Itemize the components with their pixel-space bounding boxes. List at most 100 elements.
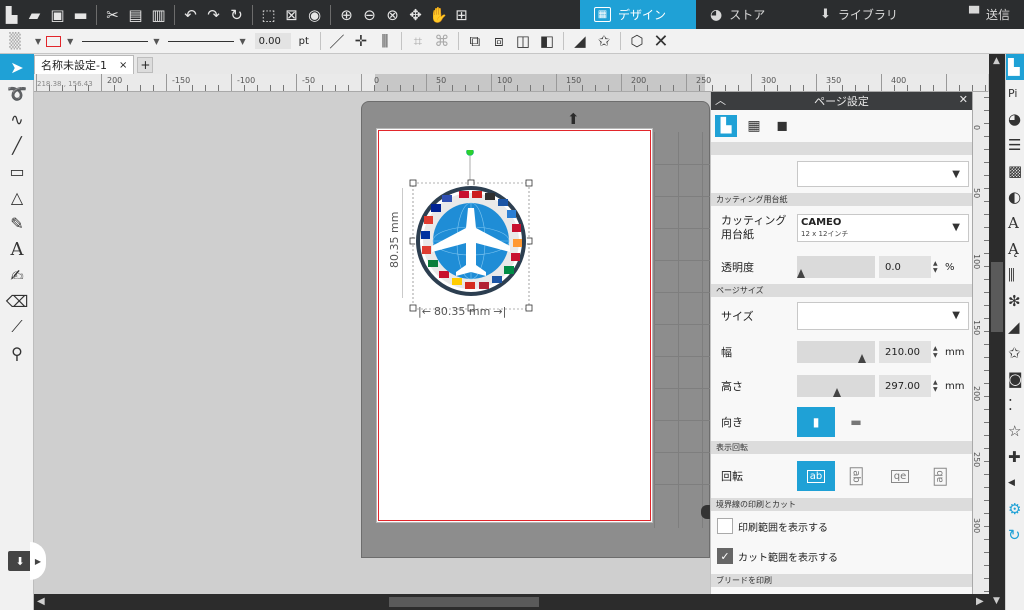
fill-color-icon[interactable]: ◕ — [1006, 106, 1024, 132]
rotation-270-button[interactable]: ab — [921, 461, 959, 491]
bring-forward-icon[interactable]: ◫ — [511, 29, 535, 54]
copy-icon[interactable]: ▤ — [124, 0, 147, 29]
save-icon[interactable]: ▣ — [46, 0, 69, 29]
modify-dock-icon[interactable]: ◢ — [1006, 314, 1024, 340]
rotation-90-button[interactable]: ab — [837, 461, 875, 491]
align-dock-icon[interactable]: ⫼ — [1006, 262, 1024, 288]
pan-hand-icon[interactable]: ✋ — [427, 0, 450, 29]
rotate-refresh-icon[interactable]: ↻ — [225, 0, 248, 29]
line-color-swatch[interactable] — [46, 29, 62, 54]
machine-dropdown[interactable]: ▼ — [797, 161, 969, 187]
tab-library[interactable]: ⬇ ライブラリ — [806, 0, 916, 29]
transform-icon[interactable]: ◐ — [1006, 184, 1024, 210]
sketch-dock-icon[interactable]: ⁚ — [1006, 392, 1024, 418]
trace-icon[interactable]: ◙ — [1006, 366, 1024, 392]
collapse-dock-icon[interactable]: ◀ — [1006, 470, 1024, 496]
transparency-slider[interactable] — [797, 256, 875, 278]
show-print-area-row[interactable]: 印刷範囲を表示する — [711, 511, 972, 541]
line-tool-icon[interactable]: ／ — [325, 29, 349, 54]
send-backward-icon[interactable]: ◧ — [535, 29, 559, 54]
text-tool-icon[interactable]: A — [0, 236, 34, 262]
page-setup-dock-icon[interactable]: ▙ — [1006, 54, 1024, 80]
rotation-0-button[interactable]: ab — [797, 461, 835, 491]
page-size-dropdown[interactable]: ▼ — [797, 302, 969, 330]
page-tab-icon[interactable]: ▙ — [715, 115, 737, 137]
height-slider[interactable] — [797, 375, 875, 397]
vertical-scrollbar[interactable]: ▲ ▼ — [989, 54, 1005, 610]
chevron-down-icon[interactable]: ▼ — [35, 37, 41, 46]
select-all-icon[interactable]: ⬚ — [257, 0, 280, 29]
group-icon[interactable]: ⌗ — [406, 29, 430, 54]
undo-icon[interactable]: ↶ — [179, 0, 202, 29]
line-width-input[interactable]: 0.00 — [254, 33, 291, 49]
portrait-icon[interactable]: ▮ — [797, 407, 835, 437]
transparency-input[interactable]: 0.0 — [879, 256, 931, 278]
zoom-out-icon[interactable]: ⊖ — [358, 0, 381, 29]
pencil-tool-icon[interactable]: ✎ — [0, 210, 34, 236]
tab-send[interactable]: ▀ 送信 — [916, 0, 1024, 29]
cut-scissors-icon[interactable]: ✂ — [101, 0, 124, 29]
text-style-icon[interactable]: A — [1006, 210, 1024, 236]
width-slider[interactable] — [797, 341, 875, 363]
width-input[interactable]: 210.00 — [879, 341, 931, 363]
collapse-chevron-icon[interactable]: ︿ — [715, 92, 726, 108]
show-print-area-checkbox[interactable] — [717, 518, 733, 534]
curve-tool-icon[interactable]: ∿ — [0, 106, 34, 132]
spinner-icon[interactable]: ▲ ▼ — [933, 345, 938, 359]
document-tab[interactable]: 名称未設定-1 × — [34, 55, 135, 74]
3d-box-icon[interactable]: ⬡ — [625, 29, 649, 54]
ungroup-icon[interactable]: ⌘ — [430, 29, 454, 54]
chevron-down-icon[interactable]: ▼ — [153, 37, 159, 46]
open-folder-icon[interactable]: ▰ — [23, 0, 46, 29]
line-draw-icon[interactable]: ╱ — [0, 132, 34, 158]
new-document-icon[interactable]: ▙ — [0, 0, 23, 29]
registration-tab-icon[interactable]: ◼ — [771, 115, 793, 137]
scroll-thumb[interactable] — [389, 597, 539, 607]
landscape-icon[interactable]: ▬ — [837, 407, 875, 437]
line-style-icon[interactable]: ☰ — [1006, 132, 1024, 158]
print-icon[interactable]: ▬ — [69, 0, 92, 29]
scroll-right-icon[interactable]: ▶ — [976, 596, 984, 607]
show-cut-area-checkbox[interactable]: ✓ — [717, 548, 733, 564]
polygon-tool-icon[interactable]: △ — [0, 184, 34, 210]
edit-points-icon[interactable]: ➰ — [0, 80, 34, 106]
star-outline-icon[interactable]: ☆ — [1006, 418, 1024, 444]
sketch-tool-icon[interactable]: ✍ — [0, 262, 34, 288]
pattern-fill-icon[interactable]: ▩ — [1006, 158, 1024, 184]
zoom-select-icon[interactable]: ⊗ — [381, 0, 404, 29]
select-by-color-icon[interactable]: ◉ — [303, 0, 326, 29]
puzzle-icon[interactable]: ✚ — [1006, 444, 1024, 470]
eyedropper-tool-icon[interactable]: ⚲ — [0, 340, 34, 366]
close-icon[interactable]: × — [119, 60, 127, 71]
tab-design[interactable]: ▦ デザイン — [580, 0, 696, 29]
horizontal-scrollbar[interactable]: ◀ ▶ — [34, 594, 990, 610]
panel-header[interactable]: ︿ ページ設定 ✕ — [711, 92, 972, 110]
library-download-icon[interactable]: ⬇ — [8, 551, 32, 571]
selected-design[interactable] — [401, 148, 542, 326]
line-end-sample[interactable] — [168, 40, 235, 42]
scroll-up-icon[interactable]: ▲ — [993, 56, 1000, 66]
knife-tool-icon[interactable]: ⟋ — [0, 314, 34, 340]
modify-shape-icon[interactable]: ◢ — [568, 29, 592, 54]
expand-arrow-icon[interactable]: ▶ — [30, 542, 46, 580]
align-center-icon[interactable]: ✛ — [349, 29, 373, 54]
height-input[interactable]: 297.00 — [879, 375, 931, 397]
show-cut-area-row[interactable]: ✓ カット範囲を表示する — [711, 541, 972, 571]
star-shape-icon[interactable]: ✩ — [592, 29, 616, 54]
slider-thumb[interactable] — [797, 269, 805, 278]
drag-zoom-icon[interactable]: ✥ — [404, 0, 427, 29]
rotation-180-button[interactable]: qe — [881, 461, 919, 491]
spinner-icon[interactable]: ▲ ▼ — [933, 260, 938, 274]
redo-icon[interactable]: ↷ — [202, 0, 225, 29]
close-x-icon[interactable]: ✕ — [649, 29, 673, 54]
rectangle-tool-icon[interactable]: ▭ — [0, 158, 34, 184]
deselect-icon[interactable]: ⊠ — [280, 0, 303, 29]
offset-star-icon[interactable]: ✩ — [1006, 340, 1024, 366]
zoom-in-icon[interactable]: ⊕ — [335, 0, 358, 29]
send-back-icon[interactable]: ⧈ — [487, 29, 511, 54]
add-tab-button[interactable]: + — [137, 57, 154, 73]
text-path-icon[interactable]: Ą — [1006, 236, 1024, 262]
tab-store[interactable]: ◕ ストア — [696, 0, 806, 29]
spinner-icon[interactable]: ▲ ▼ — [933, 379, 938, 393]
chevron-down-icon[interactable]: ▼ — [239, 37, 245, 46]
